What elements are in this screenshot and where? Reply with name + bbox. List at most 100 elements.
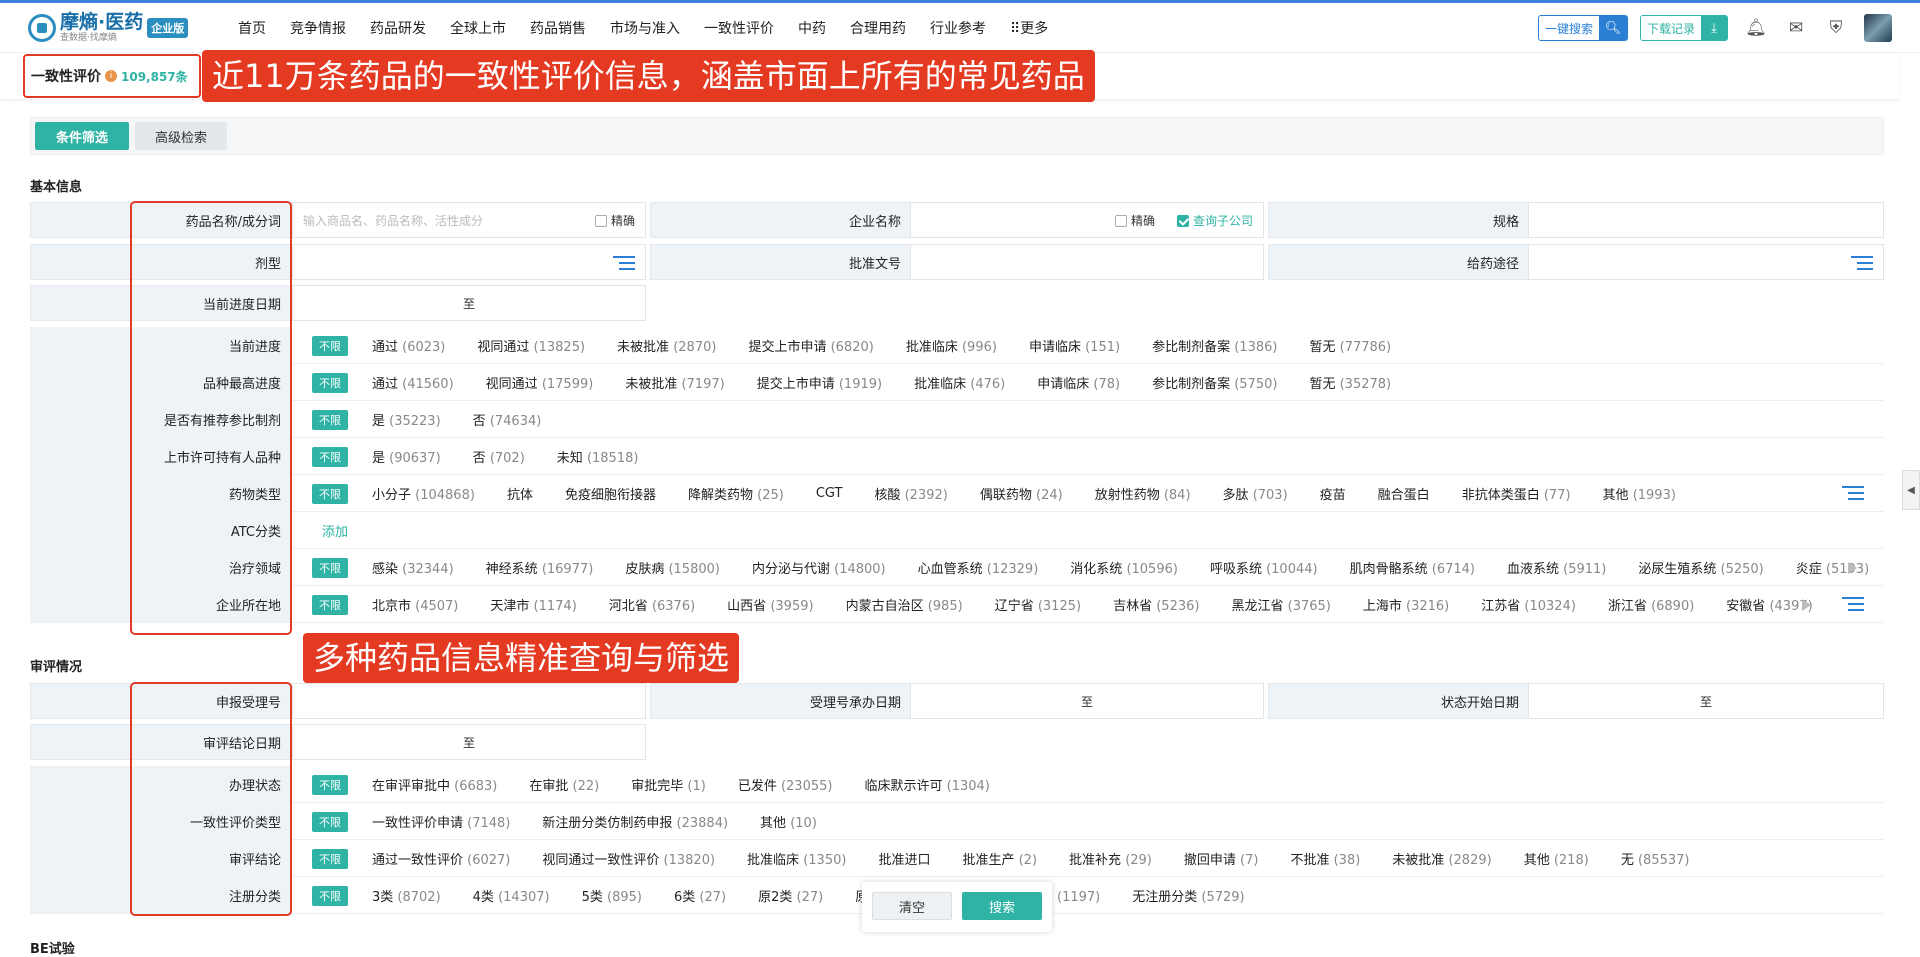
- filter-option[interactable]: 肌肉骨骼系统 (6714): [1350, 558, 1475, 577]
- filter-option[interactable]: 山西省 (3959): [727, 595, 813, 614]
- filter-option[interactable]: 未被批准 (2829): [1392, 849, 1491, 868]
- filter-option[interactable]: 临床默示许可 (1304): [864, 775, 989, 794]
- no-limit-tag[interactable]: 不限: [312, 335, 348, 356]
- filter-option[interactable]: 内蒙古自治区 (985): [846, 595, 963, 614]
- filter-option[interactable]: 北京市 (4507): [372, 595, 458, 614]
- tree-select-icon[interactable]: [1842, 483, 1864, 503]
- no-limit-tag[interactable]: 不限: [312, 409, 348, 430]
- filter-option[interactable]: 是 (90637): [372, 447, 441, 466]
- nav-item[interactable]: 市场与准入: [610, 18, 680, 38]
- subsidiary-checkbox[interactable]: 查询子公司: [1177, 212, 1253, 229]
- scroll-right-arrow-icon[interactable]: [1802, 599, 1811, 611]
- filter-option[interactable]: 安徽省 (4397): [1726, 595, 1812, 614]
- filter-option[interactable]: 不批准 (38): [1290, 849, 1360, 868]
- filter-option[interactable]: 神经系统 (16977): [486, 558, 594, 577]
- filter-option[interactable]: 感染 (32344): [372, 558, 454, 577]
- info-icon[interactable]: i: [105, 70, 117, 82]
- filter-option[interactable]: 小分子 (104868): [372, 484, 475, 503]
- collapse-panel-toggle[interactable]: ◀: [1902, 470, 1920, 510]
- filter-option[interactable]: 批准临床 (1350): [747, 849, 846, 868]
- nav-item[interactable]: 全球上市: [450, 18, 506, 38]
- scroll-right-arrow-icon[interactable]: [1848, 562, 1857, 574]
- no-limit-tag[interactable]: 不限: [312, 483, 348, 504]
- filter-option[interactable]: 提交上市申请 (1919): [757, 373, 882, 392]
- tab-condition-filter[interactable]: 条件筛选: [35, 122, 129, 150]
- filter-option[interactable]: 申请临床 (151): [1029, 336, 1120, 355]
- filter-option[interactable]: 抗体: [507, 484, 533, 503]
- filter-option[interactable]: 偶联药物 (24): [980, 484, 1063, 503]
- filter-option[interactable]: 免疫细胞衔接器: [565, 484, 656, 503]
- nav-item[interactable]: 一致性评价: [704, 18, 774, 38]
- filter-option[interactable]: 新注册分类仿制药申报 (23884): [542, 812, 728, 831]
- drug-exact-checkbox[interactable]: 精确: [594, 212, 635, 229]
- filter-option[interactable]: 批准临床 (996): [906, 336, 997, 355]
- nav-item[interactable]: 首页: [238, 18, 266, 38]
- progress-date-range[interactable]: 至: [292, 285, 646, 321]
- acceptance-number-input[interactable]: [292, 683, 646, 719]
- filter-option[interactable]: 5类 (895): [582, 886, 642, 905]
- filter-option[interactable]: 浙江省 (6890): [1608, 595, 1694, 614]
- filter-option[interactable]: 视同通过一致性评价 (13820): [542, 849, 715, 868]
- dosage-form-input[interactable]: [292, 244, 646, 280]
- no-limit-tag[interactable]: 不限: [312, 774, 348, 795]
- shield-icon[interactable]: ⛨: [1824, 16, 1848, 40]
- filter-option[interactable]: 通过 (41560): [372, 373, 454, 392]
- filter-option[interactable]: 泌尿生殖系统 (5250): [1638, 558, 1763, 577]
- filter-option[interactable]: 申请临床 (78): [1037, 373, 1120, 392]
- filter-option[interactable]: 审批完毕 (1): [631, 775, 706, 794]
- filter-option[interactable]: 视同通过 (17599): [486, 373, 594, 392]
- filter-option[interactable]: 6类 (27): [674, 886, 726, 905]
- filter-option[interactable]: 是 (35223): [372, 410, 441, 429]
- filter-option[interactable]: 视同通过 (13825): [477, 336, 585, 355]
- filter-option[interactable]: 其他 (1993): [1603, 484, 1676, 503]
- filter-option[interactable]: 否 (74634): [473, 410, 542, 429]
- filter-option[interactable]: 撤回申请 (7): [1184, 849, 1259, 868]
- filter-option[interactable]: 未知 (18518): [557, 447, 639, 466]
- no-limit-tag[interactable]: 不限: [312, 885, 348, 906]
- tree-select-icon[interactable]: [1851, 253, 1873, 273]
- filter-option[interactable]: 一致性评价申请 (7148): [372, 812, 510, 831]
- nav-item[interactable]: 中药: [798, 18, 826, 38]
- one-click-search-button[interactable]: 一键搜索 🔍︎: [1537, 15, 1628, 41]
- nav-item[interactable]: 行业参考: [930, 18, 986, 38]
- filter-option[interactable]: 河北省 (6376): [609, 595, 695, 614]
- download-records-button[interactable]: 下载记录 ⤓: [1639, 15, 1728, 41]
- filter-option[interactable]: 放射性药物 (84): [1095, 484, 1191, 503]
- nav-item[interactable]: ⠿更多: [1010, 18, 1048, 38]
- accept-date-range[interactable]: 至: [910, 683, 1264, 719]
- filter-option[interactable]: 血液系统 (5911): [1507, 558, 1606, 577]
- filter-option[interactable]: 否 (702): [473, 447, 525, 466]
- nav-item[interactable]: 合理用药: [850, 18, 906, 38]
- approval-number-input[interactable]: [910, 244, 1264, 280]
- logo[interactable]: 摩熵·医药 查数据·找摩熵 企业版: [28, 12, 208, 43]
- filter-option[interactable]: 参比制剂备案 (1386): [1152, 336, 1277, 355]
- filter-option[interactable]: 黑龙江省 (3765): [1231, 595, 1330, 614]
- bell-icon[interactable]: 🔔︎: [1744, 16, 1768, 40]
- filter-option[interactable]: 皮肤病 (15800): [625, 558, 720, 577]
- filter-option[interactable]: 吉林省 (5236): [1113, 595, 1199, 614]
- filter-option[interactable]: 其他 (10): [760, 812, 817, 831]
- filter-option[interactable]: 心血管系统 (12329): [918, 558, 1039, 577]
- filter-option[interactable]: 未被批准 (2870): [617, 336, 716, 355]
- message-icon[interactable]: ✉: [1784, 16, 1808, 40]
- filter-option[interactable]: 4类 (14307): [473, 886, 550, 905]
- nav-item[interactable]: 药品研发: [370, 18, 426, 38]
- filter-option[interactable]: 呼吸系统 (10044): [1210, 558, 1318, 577]
- filter-option[interactable]: 在审批 (22): [529, 775, 599, 794]
- filter-option[interactable]: 在审评审批中 (6683): [372, 775, 497, 794]
- filter-option[interactable]: 其他 (218): [1524, 849, 1589, 868]
- filter-option[interactable]: 3类 (8702): [372, 886, 441, 905]
- no-limit-tag[interactable]: 不限: [312, 446, 348, 467]
- no-limit-tag[interactable]: 不限: [312, 811, 348, 832]
- filter-option[interactable]: 批准临床 (476): [914, 373, 1005, 392]
- filter-option[interactable]: 批准补充 (29): [1069, 849, 1152, 868]
- nav-item[interactable]: 药品销售: [530, 18, 586, 38]
- filter-option[interactable]: 上海市 (3216): [1363, 595, 1449, 614]
- company-exact-checkbox[interactable]: 精确: [1115, 212, 1155, 229]
- add-atc-link[interactable]: 添加: [322, 521, 348, 540]
- tab-advanced-search[interactable]: 高级检索: [135, 122, 227, 150]
- filter-option[interactable]: 批准生产 (2): [962, 849, 1037, 868]
- nav-item[interactable]: 竞争情报: [290, 18, 346, 38]
- no-limit-tag[interactable]: 不限: [312, 557, 348, 578]
- filter-option[interactable]: 通过一致性评价 (6027): [372, 849, 510, 868]
